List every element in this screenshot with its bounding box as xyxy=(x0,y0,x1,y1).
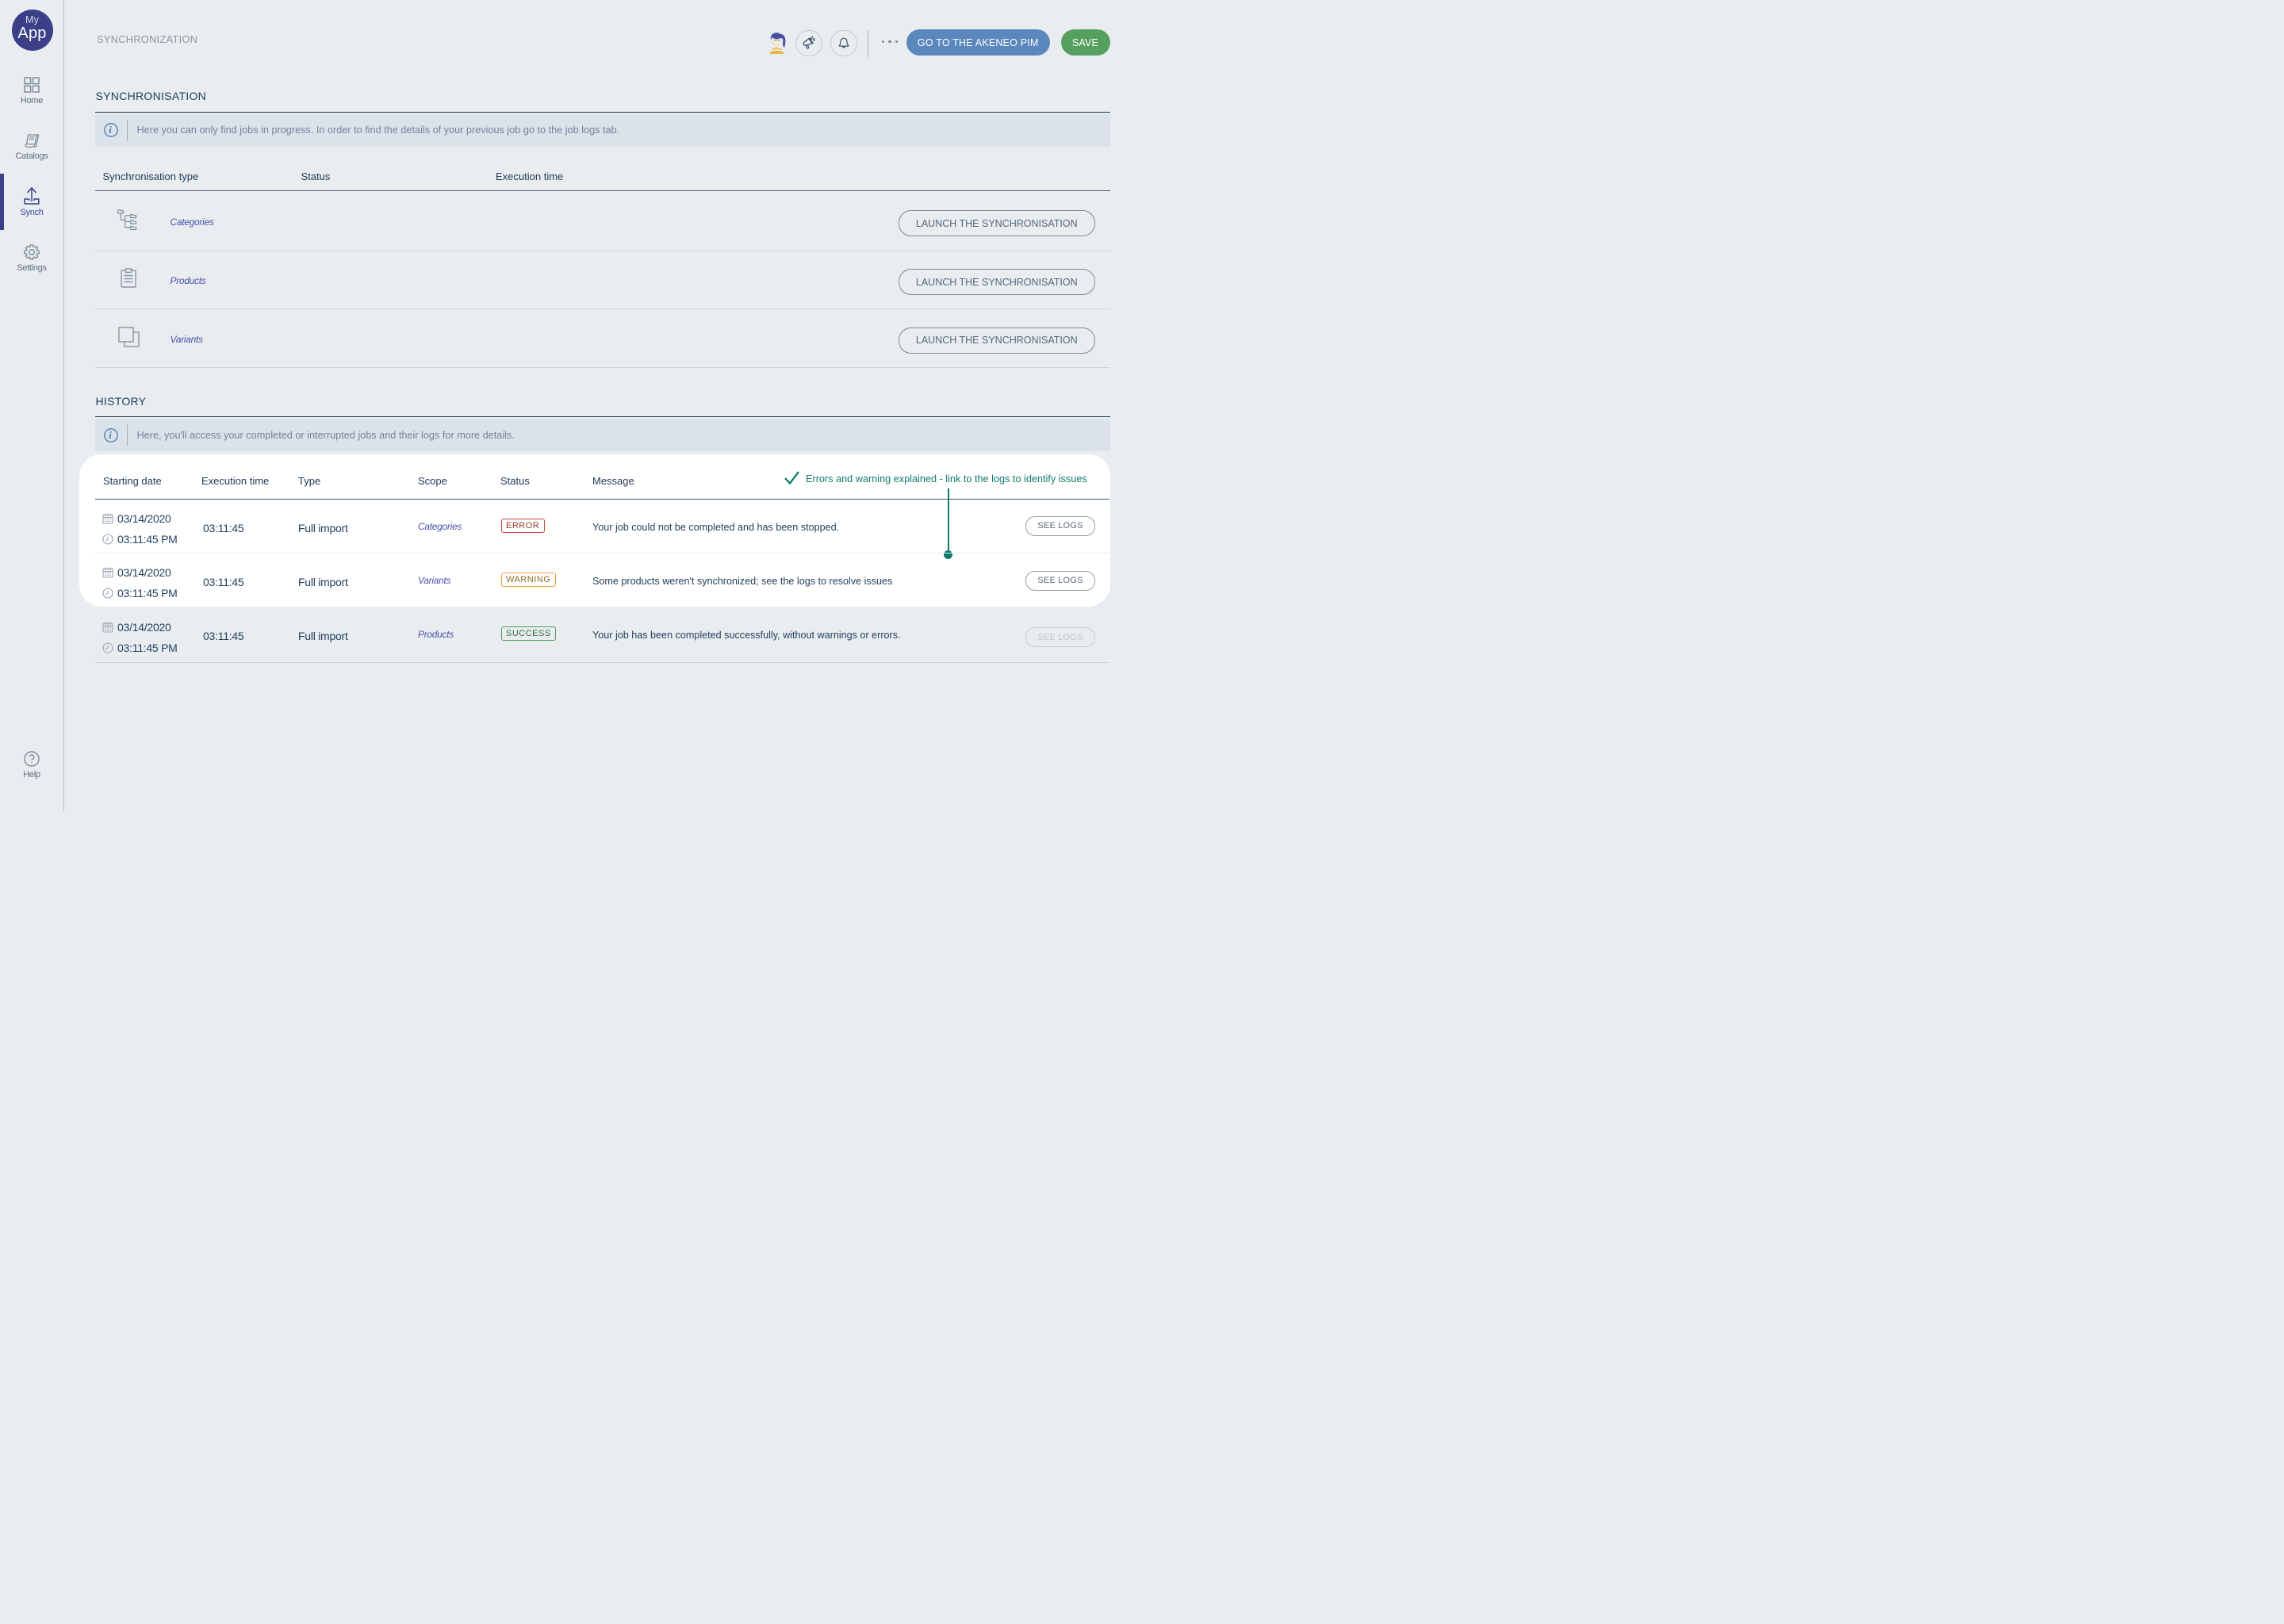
svg-text:i: i xyxy=(109,430,112,441)
svg-text:i: i xyxy=(109,124,112,136)
